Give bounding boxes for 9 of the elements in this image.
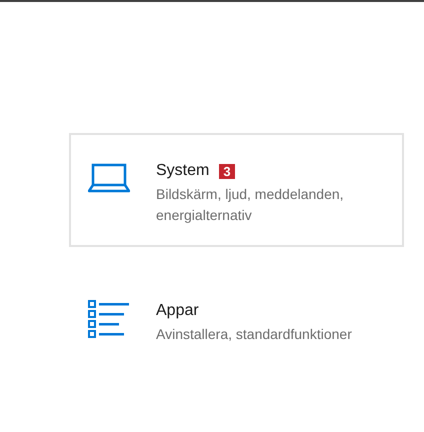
category-tile[interactable]: Appar Avinstallera, standardfunktioner <box>69 273 404 387</box>
category-description: Bildskärm, ljud, meddelanden, energialternativ <box>156 185 345 225</box>
laptop-icon <box>88 163 130 193</box>
category-title: System <box>156 161 210 181</box>
category-description: Avinstallera, standardfunktioner <box>156 325 353 344</box>
category-title: Appar <box>156 301 199 321</box>
count-badge: 3 <box>219 164 235 178</box>
category-tile[interactable]: System 3 Bildskärm, ljud, meddelanden, energialternativ <box>69 133 404 247</box>
list-icon <box>88 300 130 338</box>
